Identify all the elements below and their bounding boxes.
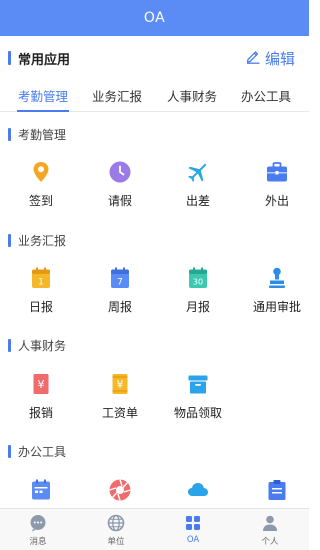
app-go-out[interactable]: 外出 <box>242 160 312 209</box>
app-weekly-report[interactable]: 7 周报 <box>85 266 155 315</box>
page-title: OA <box>143 10 166 26</box>
tab-hr-finance[interactable]: 人事财务 <box>167 86 217 105</box>
calendar-day-icon: 1 <box>29 266 53 290</box>
clipboard-icon <box>265 478 289 502</box>
section-label: 办公工具 <box>18 444 67 459</box>
nav-label: OA <box>186 535 200 545</box>
tab-business-report[interactable]: 业务汇报 <box>92 86 142 105</box>
edit-label: 编辑 <box>264 49 295 68</box>
app-label: 日报 <box>28 300 53 314</box>
common-apps-label: 常用应用 <box>18 52 71 68</box>
app-item-collection[interactable]: 物品领取 <box>163 372 233 421</box>
common-apps-header: 常用应用 编辑 <box>0 44 309 72</box>
nav-label: 个人 <box>261 537 279 547</box>
calendar-day-number: 7 <box>117 278 123 288</box>
section-accent-bar <box>8 51 11 65</box>
calendar-week-icon: 7 <box>108 266 132 290</box>
nav-label: 单位 <box>107 537 125 547</box>
section-accent-bar <box>8 338 11 352</box>
section-label: 考勤管理 <box>18 127 67 142</box>
app-reimbursement[interactable]: ¥ 报销 <box>6 372 76 421</box>
app-leave[interactable]: 请假 <box>85 160 155 209</box>
clock-icon <box>108 160 132 184</box>
app-label: 签到 <box>28 194 53 208</box>
tab-attendance[interactable]: 考勤管理 <box>18 86 68 105</box>
app-label: 月报 <box>185 300 210 314</box>
app-monthly-report[interactable]: 30 月报 <box>163 266 233 315</box>
cloud-icon <box>186 478 210 502</box>
nav-oa[interactable]: OA <box>163 513 223 545</box>
app-check-in[interactable]: 签到 <box>6 160 76 209</box>
app-label: 物品领取 <box>173 406 222 420</box>
section-accent-bar <box>8 127 11 141</box>
app-label: 周报 <box>107 300 132 314</box>
edit-button[interactable]: 编辑 <box>245 46 295 70</box>
pencil-icon <box>245 48 261 68</box>
location-pin-icon <box>29 160 53 184</box>
app-payslip[interactable]: ¥ 工资单 <box>85 372 155 421</box>
app-label: 出差 <box>185 194 210 208</box>
app-label: 请假 <box>107 194 132 208</box>
calendar-day-number: 1 <box>38 278 44 288</box>
section-accent-bar <box>8 444 11 458</box>
section-label: 业务汇报 <box>18 233 67 248</box>
app-label: 通用审批 <box>252 300 301 314</box>
app-aperture[interactable] <box>85 478 155 502</box>
yen-wallet-icon: ¥ <box>108 372 132 396</box>
yen-symbol: ¥ <box>117 378 124 391</box>
yen-receipt-icon: ¥ <box>29 372 53 396</box>
section-title-business-report: 业务汇报 <box>0 230 66 250</box>
active-tab-indicator <box>17 110 69 112</box>
person-icon <box>260 513 280 533</box>
section-title-attendance: 考勤管理 <box>0 124 66 144</box>
briefcase-icon <box>265 160 289 184</box>
chat-bubble-icon <box>28 513 48 533</box>
app-calendar[interactable] <box>6 478 76 502</box>
aperture-icon <box>108 478 132 502</box>
grid-icon <box>183 513 203 533</box>
airplane-icon <box>186 160 210 184</box>
app-clipboard[interactable] <box>242 478 312 502</box>
title-bar: OA <box>0 0 309 36</box>
calendar-month-icon: 30 <box>186 266 210 290</box>
app-label: 报销 <box>28 406 53 420</box>
stamp-icon <box>265 266 289 290</box>
calendar-icon <box>29 478 53 502</box>
archive-box-icon <box>186 372 210 396</box>
bottom-navigation: 消息 单位 OA 个人 <box>0 508 309 550</box>
nav-organization[interactable]: 单位 <box>86 513 146 547</box>
nav-profile[interactable]: 个人 <box>240 513 300 547</box>
section-accent-bar <box>8 233 11 247</box>
calendar-day-number: 30 <box>193 278 203 287</box>
nav-messages[interactable]: 消息 <box>8 513 68 547</box>
category-tabs: 考勤管理 业务汇报 人事财务 办公工具 <box>0 82 309 112</box>
section-title-office-tools: 办公工具 <box>0 441 66 461</box>
globe-icon <box>106 513 126 533</box>
section-title-hr-finance: 人事财务 <box>0 335 66 355</box>
app-business-trip[interactable]: 出差 <box>163 160 233 209</box>
tab-office-tools[interactable]: 办公工具 <box>241 86 291 105</box>
app-label: 外出 <box>264 194 289 208</box>
nav-label: 消息 <box>29 537 47 547</box>
section-label: 人事财务 <box>18 338 67 353</box>
app-label: 工资单 <box>101 406 138 420</box>
app-general-approval[interactable]: 通用审批 <box>242 266 312 315</box>
app-daily-report[interactable]: 1 日报 <box>6 266 76 315</box>
yen-symbol: ¥ <box>38 378 45 391</box>
app-cloud-drive[interactable] <box>163 478 233 502</box>
